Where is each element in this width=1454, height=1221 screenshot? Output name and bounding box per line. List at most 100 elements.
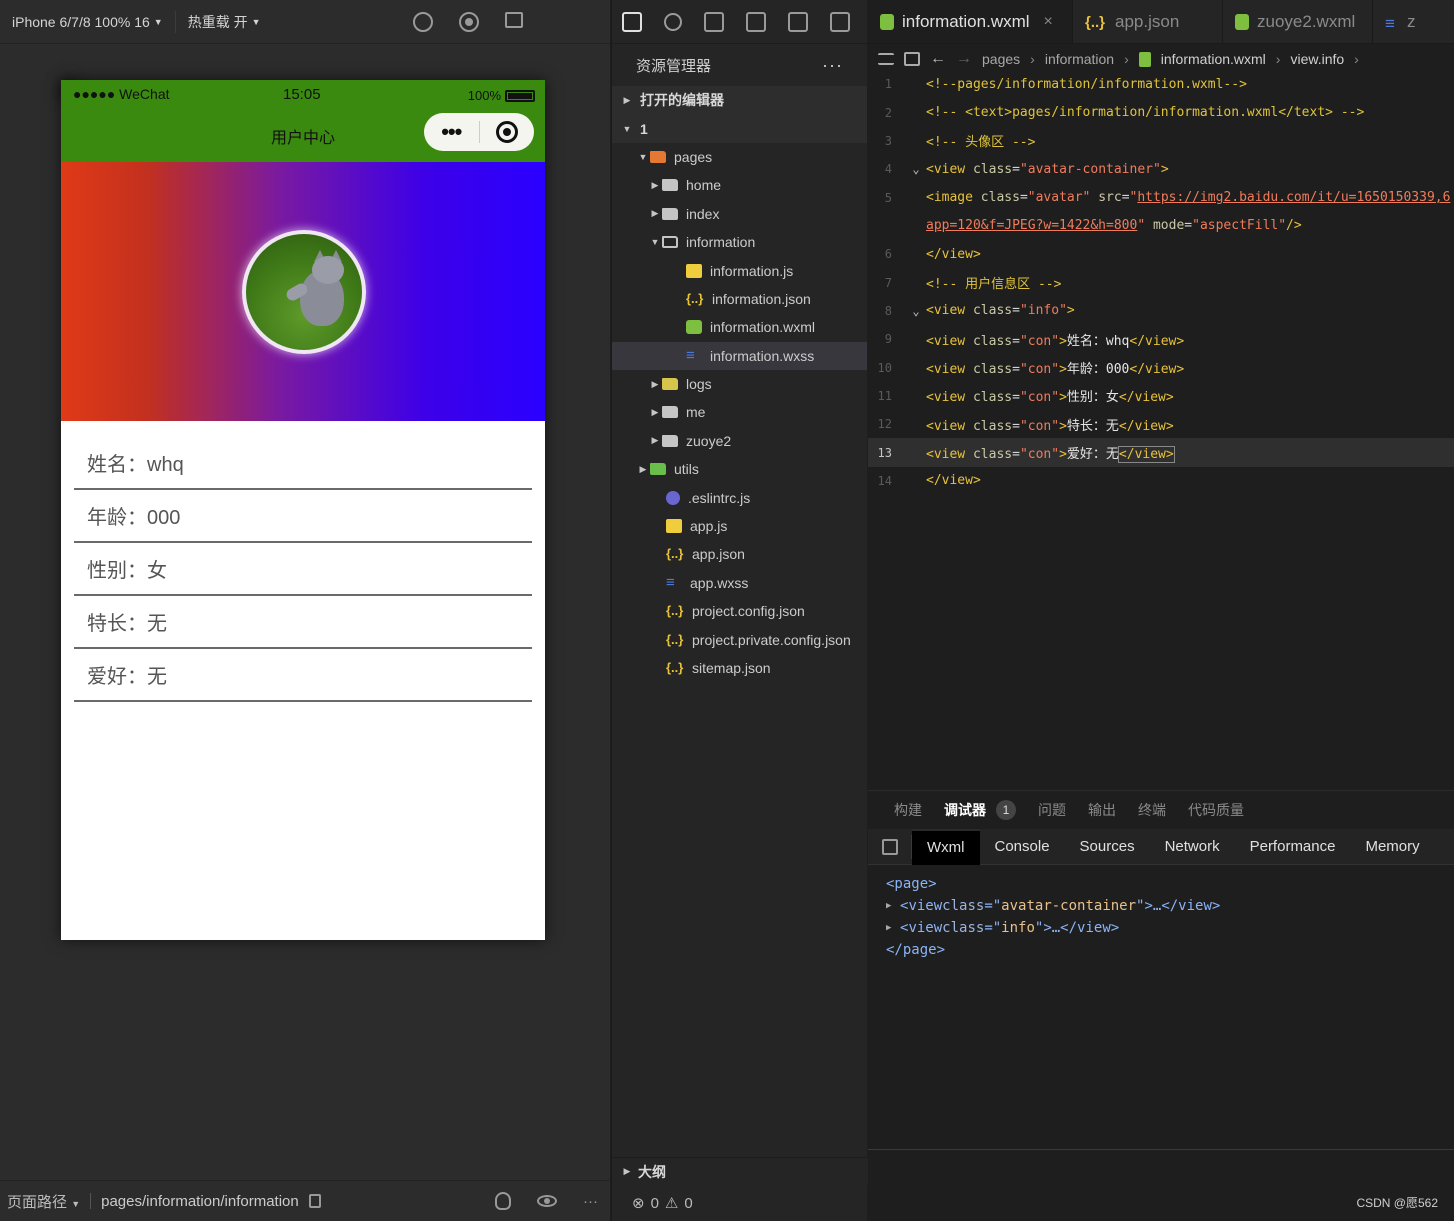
- breadcrumb-item[interactable]: view.info: [1290, 51, 1344, 67]
- tree-item[interactable]: ▼ pages: [612, 143, 867, 171]
- tree-item[interactable]: ▶ index: [612, 200, 867, 228]
- code-line[interactable]: 11 <view class="con">性别：女</view>: [868, 382, 1454, 410]
- tree-item[interactable]: ▶ home: [612, 171, 867, 199]
- editor-tab[interactable]: information.wxml ×: [868, 0, 1073, 43]
- more-menu-button[interactable]: •••: [424, 113, 479, 151]
- files-icon[interactable]: [622, 11, 642, 32]
- tree-item[interactable]: {..} app.json: [612, 540, 867, 568]
- copy-icon[interactable]: [308, 1194, 321, 1208]
- bookmark-icon[interactable]: [904, 52, 920, 66]
- bug-icon[interactable]: [495, 1192, 511, 1210]
- folder-icon: [650, 463, 666, 476]
- dom-node[interactable]: ▶ < view class =" info ">…</view>: [886, 917, 1454, 939]
- fold-chevron-icon[interactable]: ⌄: [906, 304, 926, 318]
- devtools-tab-sources[interactable]: Sources: [1065, 829, 1150, 865]
- code-line[interactable]: 14 </view>: [868, 467, 1454, 495]
- list-icon[interactable]: [878, 53, 894, 65]
- panel-tab[interactable]: 代码质量: [1188, 800, 1244, 820]
- editor-tab[interactable]: ≡ z: [1373, 0, 1428, 43]
- tree-item[interactable]: {..} project.private.config.json: [612, 625, 867, 653]
- tree-section[interactable]: ▼ 1: [612, 114, 867, 143]
- panel-tab[interactable]: 构建: [894, 800, 922, 820]
- tree-section[interactable]: ▶ 打开的编辑器: [612, 86, 867, 115]
- inspect-element-button[interactable]: [868, 834, 912, 859]
- code-line[interactable]: 4 ⌄ <view class="avatar-container">: [868, 155, 1454, 183]
- panel-tab[interactable]: 终端: [1138, 800, 1166, 820]
- tree-item[interactable]: ▼ information: [612, 228, 867, 256]
- outline-section[interactable]: ▶ 大纲: [612, 1157, 868, 1185]
- phone-screen: ●●●●● WeChat 15:05 100% 用户中心 ••• 姓名：whq …: [61, 80, 545, 940]
- panel-icon[interactable]: [788, 11, 808, 32]
- editor-tab[interactable]: zuoye2.wxml: [1223, 0, 1373, 43]
- chevron-right-icon: ▶: [651, 179, 659, 190]
- breadcrumb-item[interactable]: pages: [982, 51, 1020, 67]
- code-line[interactable]: 1 <!--pages/information/information.wxml-…: [868, 70, 1454, 98]
- device-select[interactable]: iPhone 6/7/8 100% 16 ▼: [0, 0, 175, 44]
- tree-item[interactable]: ▶ zuoye2: [612, 427, 867, 455]
- eslint-file-icon: [666, 490, 680, 505]
- docker-icon[interactable]: [830, 11, 850, 32]
- expand-triangle-icon[interactable]: ▶: [886, 901, 900, 911]
- code-line[interactable]: 12 <view class="con">特长：无</view>: [868, 410, 1454, 438]
- code-line[interactable]: 13 <view class="con">爱好：无</view>: [868, 438, 1454, 467]
- outline-label: 大纲: [638, 1163, 666, 1180]
- devtools-tab-network[interactable]: Network: [1150, 829, 1235, 865]
- fold-chevron-icon[interactable]: ⌄: [906, 162, 926, 176]
- code-line[interactable]: 5 <image class="avatar" src="https://img2…: [868, 183, 1454, 211]
- detach-window-icon[interactable]: [504, 11, 523, 28]
- devtools-tab-memory[interactable]: Memory: [1350, 829, 1434, 865]
- tree-item[interactable]: {..} project.config.json: [612, 597, 867, 625]
- devtools-tab-performance[interactable]: Performance: [1235, 829, 1351, 865]
- dom-node[interactable]: ▶ < view class =" avatar-container ">…</view>: [886, 895, 1454, 917]
- more-icon[interactable]: ···: [583, 1193, 598, 1210]
- tree-item[interactable]: {..} sitemap.json: [612, 654, 867, 682]
- code-text: <view class="con">姓名：whq</view>: [926, 333, 1185, 349]
- record-icon[interactable]: [458, 11, 479, 32]
- code-line[interactable]: 7 <!-- 用户信息区 -->: [868, 268, 1454, 296]
- tree-item[interactable]: ▶ logs: [612, 370, 867, 398]
- chevron-right-icon: ▶: [651, 208, 659, 219]
- breadcrumb-item[interactable]: information: [1045, 51, 1114, 67]
- breadcrumb-item[interactable]: information.wxml: [1161, 51, 1266, 67]
- tree-item[interactable]: ▶ me: [612, 398, 867, 426]
- tree-item[interactable]: information.wxml: [612, 313, 867, 341]
- code-line[interactable]: 3 <!-- 头像区 -->: [868, 127, 1454, 155]
- refresh-icon[interactable]: [412, 11, 433, 32]
- code-line[interactable]: 9 <view class="con">姓名：whq</view>: [868, 325, 1454, 353]
- code-line[interactable]: 2 <!-- <text>pages/information/informatio…: [868, 98, 1454, 126]
- expand-triangle-icon[interactable]: ▶: [886, 923, 900, 933]
- eye-icon[interactable]: [537, 1195, 557, 1207]
- close-miniprogram-button[interactable]: [479, 121, 534, 143]
- page-path-select[interactable]: 页面路径 ▼: [0, 1191, 80, 1212]
- source-control-icon[interactable]: [704, 11, 724, 32]
- dom-node-page[interactable]: <page>: [886, 873, 1454, 895]
- tree-item[interactable]: app.js: [612, 512, 867, 540]
- simulator-toolbar: iPhone 6/7/8 100% 16 ▼ 热重载 开 ▼: [0, 0, 610, 100]
- tree-item[interactable]: {..} information.json: [612, 285, 867, 313]
- code-line[interactable]: app=120&f=JPEG?w=1422&h=800" mode="aspec…: [868, 212, 1454, 240]
- tree-item[interactable]: ≡ information.wxss: [612, 341, 867, 370]
- forward-arrow-icon[interactable]: →: [956, 50, 972, 68]
- problems-status[interactable]: ⊗ 0 ⚠ 0: [612, 1185, 868, 1221]
- code-line[interactable]: 10 <view class="con">年龄：000</view>: [868, 353, 1454, 381]
- folder-icon: [662, 179, 678, 192]
- tree-item[interactable]: information.js: [612, 256, 867, 284]
- devtools-tab-console[interactable]: Console: [980, 829, 1065, 865]
- explorer-more-button[interactable]: ···: [822, 55, 843, 76]
- panel-tab[interactable]: 调试器: [944, 800, 986, 820]
- code-line[interactable]: 8 ⌄ <view class="info">: [868, 297, 1454, 325]
- search-icon[interactable]: [664, 12, 682, 31]
- panel-tab[interactable]: 问题: [1038, 800, 1066, 820]
- panel-tab[interactable]: 输出: [1088, 800, 1116, 820]
- code-line[interactable]: 6 </view>: [868, 240, 1454, 268]
- devtools-tab-wxml[interactable]: Wxml: [912, 828, 980, 865]
- tree-item[interactable]: ▶ utils: [612, 455, 867, 483]
- editor-tab[interactable]: {..} app.json: [1073, 0, 1223, 43]
- hot-reload-select[interactable]: 热重载 开 ▼: [176, 0, 273, 44]
- close-icon[interactable]: ×: [1044, 13, 1053, 31]
- tree-item[interactable]: .eslintrc.js: [612, 483, 867, 511]
- extensions-icon[interactable]: [746, 11, 766, 32]
- back-arrow-icon[interactable]: ←: [930, 50, 946, 68]
- code-area[interactable]: 1 <!--pages/information/information.wxml-…: [868, 70, 1454, 495]
- tree-item[interactable]: ≡ app.wxss: [612, 569, 867, 597]
